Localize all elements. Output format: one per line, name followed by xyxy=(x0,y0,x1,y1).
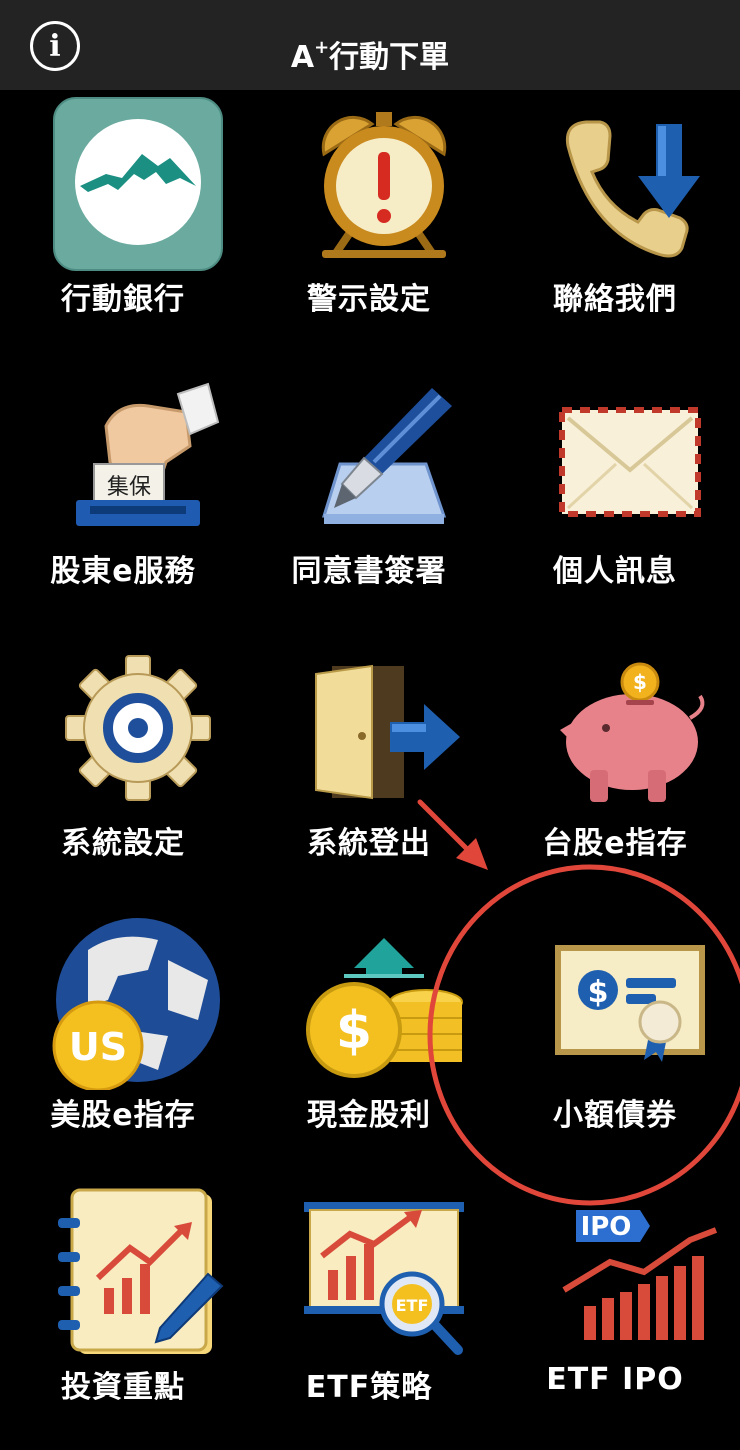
mountain-logo-icon xyxy=(53,97,223,271)
tile-etf-strategy[interactable]: ETF ETF策略 xyxy=(246,1178,492,1450)
tile-alert-settings[interactable]: 警示設定 xyxy=(246,90,492,362)
tile-small-bonds[interactable]: $ 小額債券 xyxy=(492,906,738,1178)
notebook-chart-icon xyxy=(58,1188,224,1354)
bond-certificate-icon: $ xyxy=(555,945,705,1062)
tile-label: 同意書簽署 xyxy=(291,554,447,589)
tile-contact-us[interactable]: 聯絡我們 xyxy=(492,90,738,362)
svg-text:$: $ xyxy=(588,975,609,1010)
tile-label: 聯絡我們 xyxy=(553,282,677,317)
top-bar: i A+行動下單 xyxy=(0,0,740,90)
alarm-clock-icon xyxy=(321,112,447,259)
tile-label: 警示設定 xyxy=(307,282,431,317)
tile-consent-signing[interactable]: 同意書簽署 xyxy=(246,362,492,634)
tile-label: ETF策略 xyxy=(305,1370,433,1405)
tile-label: 行動銀行 xyxy=(61,282,185,317)
tile-label: 投資重點 xyxy=(61,1370,185,1405)
coins-dividend-icon: $ xyxy=(306,938,463,1078)
piggy-bank-icon: $ xyxy=(560,662,705,802)
tile-label: 系統設定 xyxy=(61,826,185,861)
tile-label: 系統登出 xyxy=(307,826,431,861)
svg-text:$: $ xyxy=(633,670,647,694)
tile-label: 台股e指存 xyxy=(542,826,688,861)
svg-text:ETF: ETF xyxy=(396,1296,429,1315)
tile-label: ETF IPO xyxy=(546,1362,684,1397)
vote-hand-icon: 集保 xyxy=(76,382,220,526)
globe-us-icon: US xyxy=(52,918,220,1090)
tile-label: 現金股利 xyxy=(307,1098,431,1133)
tile-logout[interactable]: 系統登出 xyxy=(246,634,492,906)
svg-text:集保: 集保 xyxy=(107,475,151,500)
ipo-chart-icon: IPO xyxy=(562,1210,718,1340)
page-title: A+行動下單 xyxy=(290,37,450,75)
phone-icon xyxy=(565,120,700,258)
tile-cash-dividend[interactable]: $ 現金股利 xyxy=(246,906,492,1178)
tile-shareholder-service[interactable]: 集保 股東e服務 xyxy=(0,362,246,634)
tile-system-settings[interactable]: 系統設定 xyxy=(0,634,246,906)
etf-board-icon: ETF xyxy=(304,1202,464,1355)
tile-us-stock-savings[interactable]: US 美股e指存 xyxy=(0,906,246,1178)
svg-text:$: $ xyxy=(336,1001,372,1061)
tile-label: 美股e指存 xyxy=(50,1098,196,1133)
fountain-pen-icon xyxy=(321,388,452,524)
svg-text:US: US xyxy=(69,1025,127,1069)
tile-etf-ipo[interactable]: IPO ETF IPO xyxy=(492,1178,738,1450)
tile-tw-stock-savings[interactable]: $ 台股e指存 xyxy=(492,634,738,906)
tile-investment-highlights[interactable]: 投資重點 xyxy=(0,1178,246,1450)
tile-mobile-banking[interactable]: 行動銀行 xyxy=(0,90,246,362)
envelope-icon xyxy=(559,407,701,517)
gear-icon xyxy=(65,655,211,801)
tile-label: 股東e服務 xyxy=(50,554,196,589)
tile-personal-messages[interactable]: 個人訊息 xyxy=(492,362,738,634)
svg-text:IPO: IPO xyxy=(581,1212,632,1242)
tile-label: 小額債券 xyxy=(553,1098,677,1133)
logout-door-icon xyxy=(315,664,460,800)
tile-label: 個人訊息 xyxy=(553,554,677,589)
